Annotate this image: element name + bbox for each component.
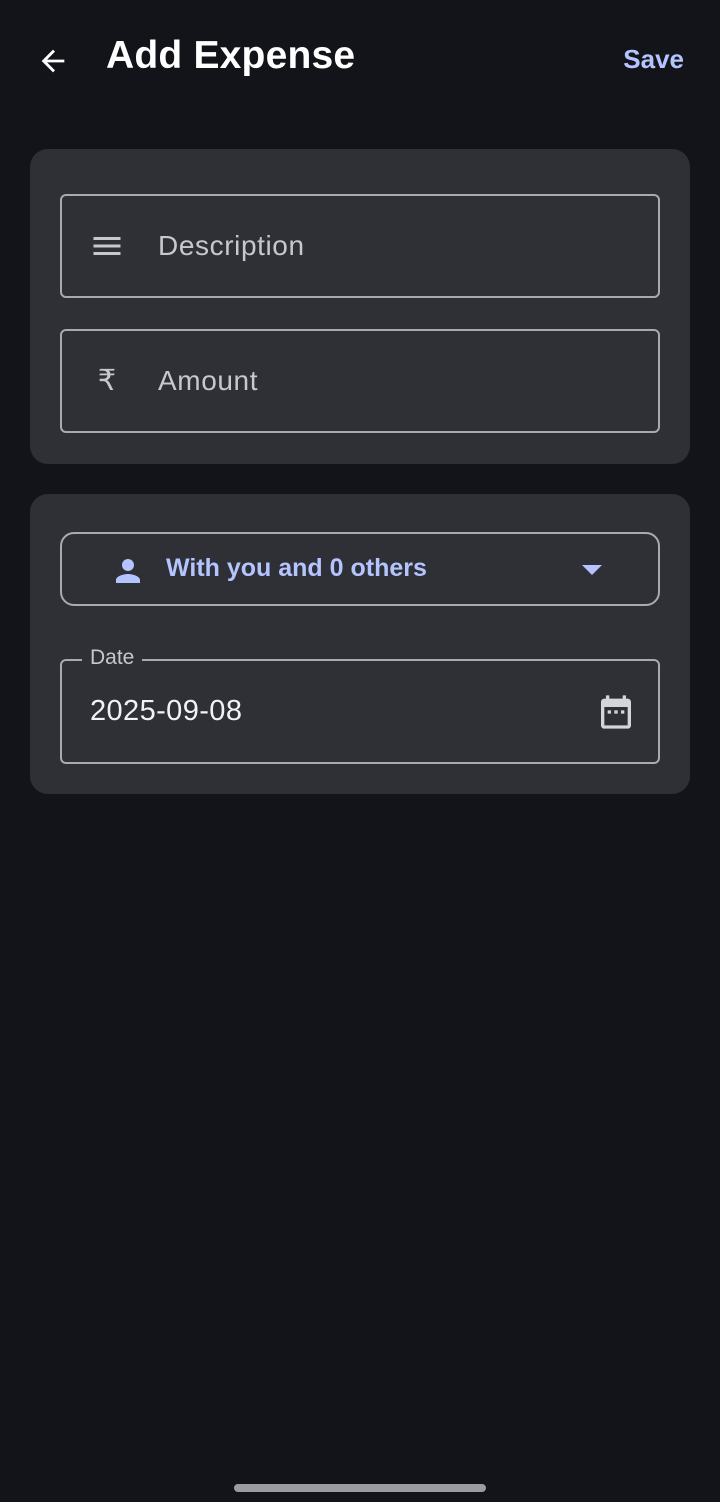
amount-field[interactable]: ₹ Amount — [60, 329, 660, 433]
rupee-icon: ₹ — [88, 362, 126, 400]
page-title: Add Expense — [106, 34, 356, 77]
split-with-dropdown[interactable]: With you and 0 others — [60, 532, 660, 606]
details-card: Description ₹ Amount — [30, 149, 690, 464]
home-indicator[interactable] — [234, 1484, 486, 1492]
description-field[interactable]: Description — [60, 194, 660, 298]
notes-icon — [88, 227, 126, 265]
save-button[interactable]: Save — [623, 44, 684, 75]
date-field[interactable]: Date 2025-09-08 — [60, 646, 660, 764]
description-placeholder: Description — [158, 230, 305, 261]
split-with-label: With you and 0 others — [166, 554, 427, 582]
app-bar: Add Expense Save — [0, 0, 720, 120]
chevron-down-icon — [582, 565, 602, 575]
currency-symbol: ₹ — [97, 364, 117, 397]
arrow-back-icon — [41, 49, 65, 73]
calendar-icon — [601, 695, 631, 729]
person-icon — [116, 559, 140, 583]
amount-placeholder: Amount — [158, 365, 259, 396]
date-value: 2025-09-08 — [90, 695, 243, 727]
back-button[interactable] — [30, 38, 76, 84]
split-date-card: With you and 0 others Date 2025-09-08 — [30, 494, 690, 794]
date-label: Date — [82, 646, 143, 670]
date-picker-button[interactable] — [596, 692, 636, 732]
